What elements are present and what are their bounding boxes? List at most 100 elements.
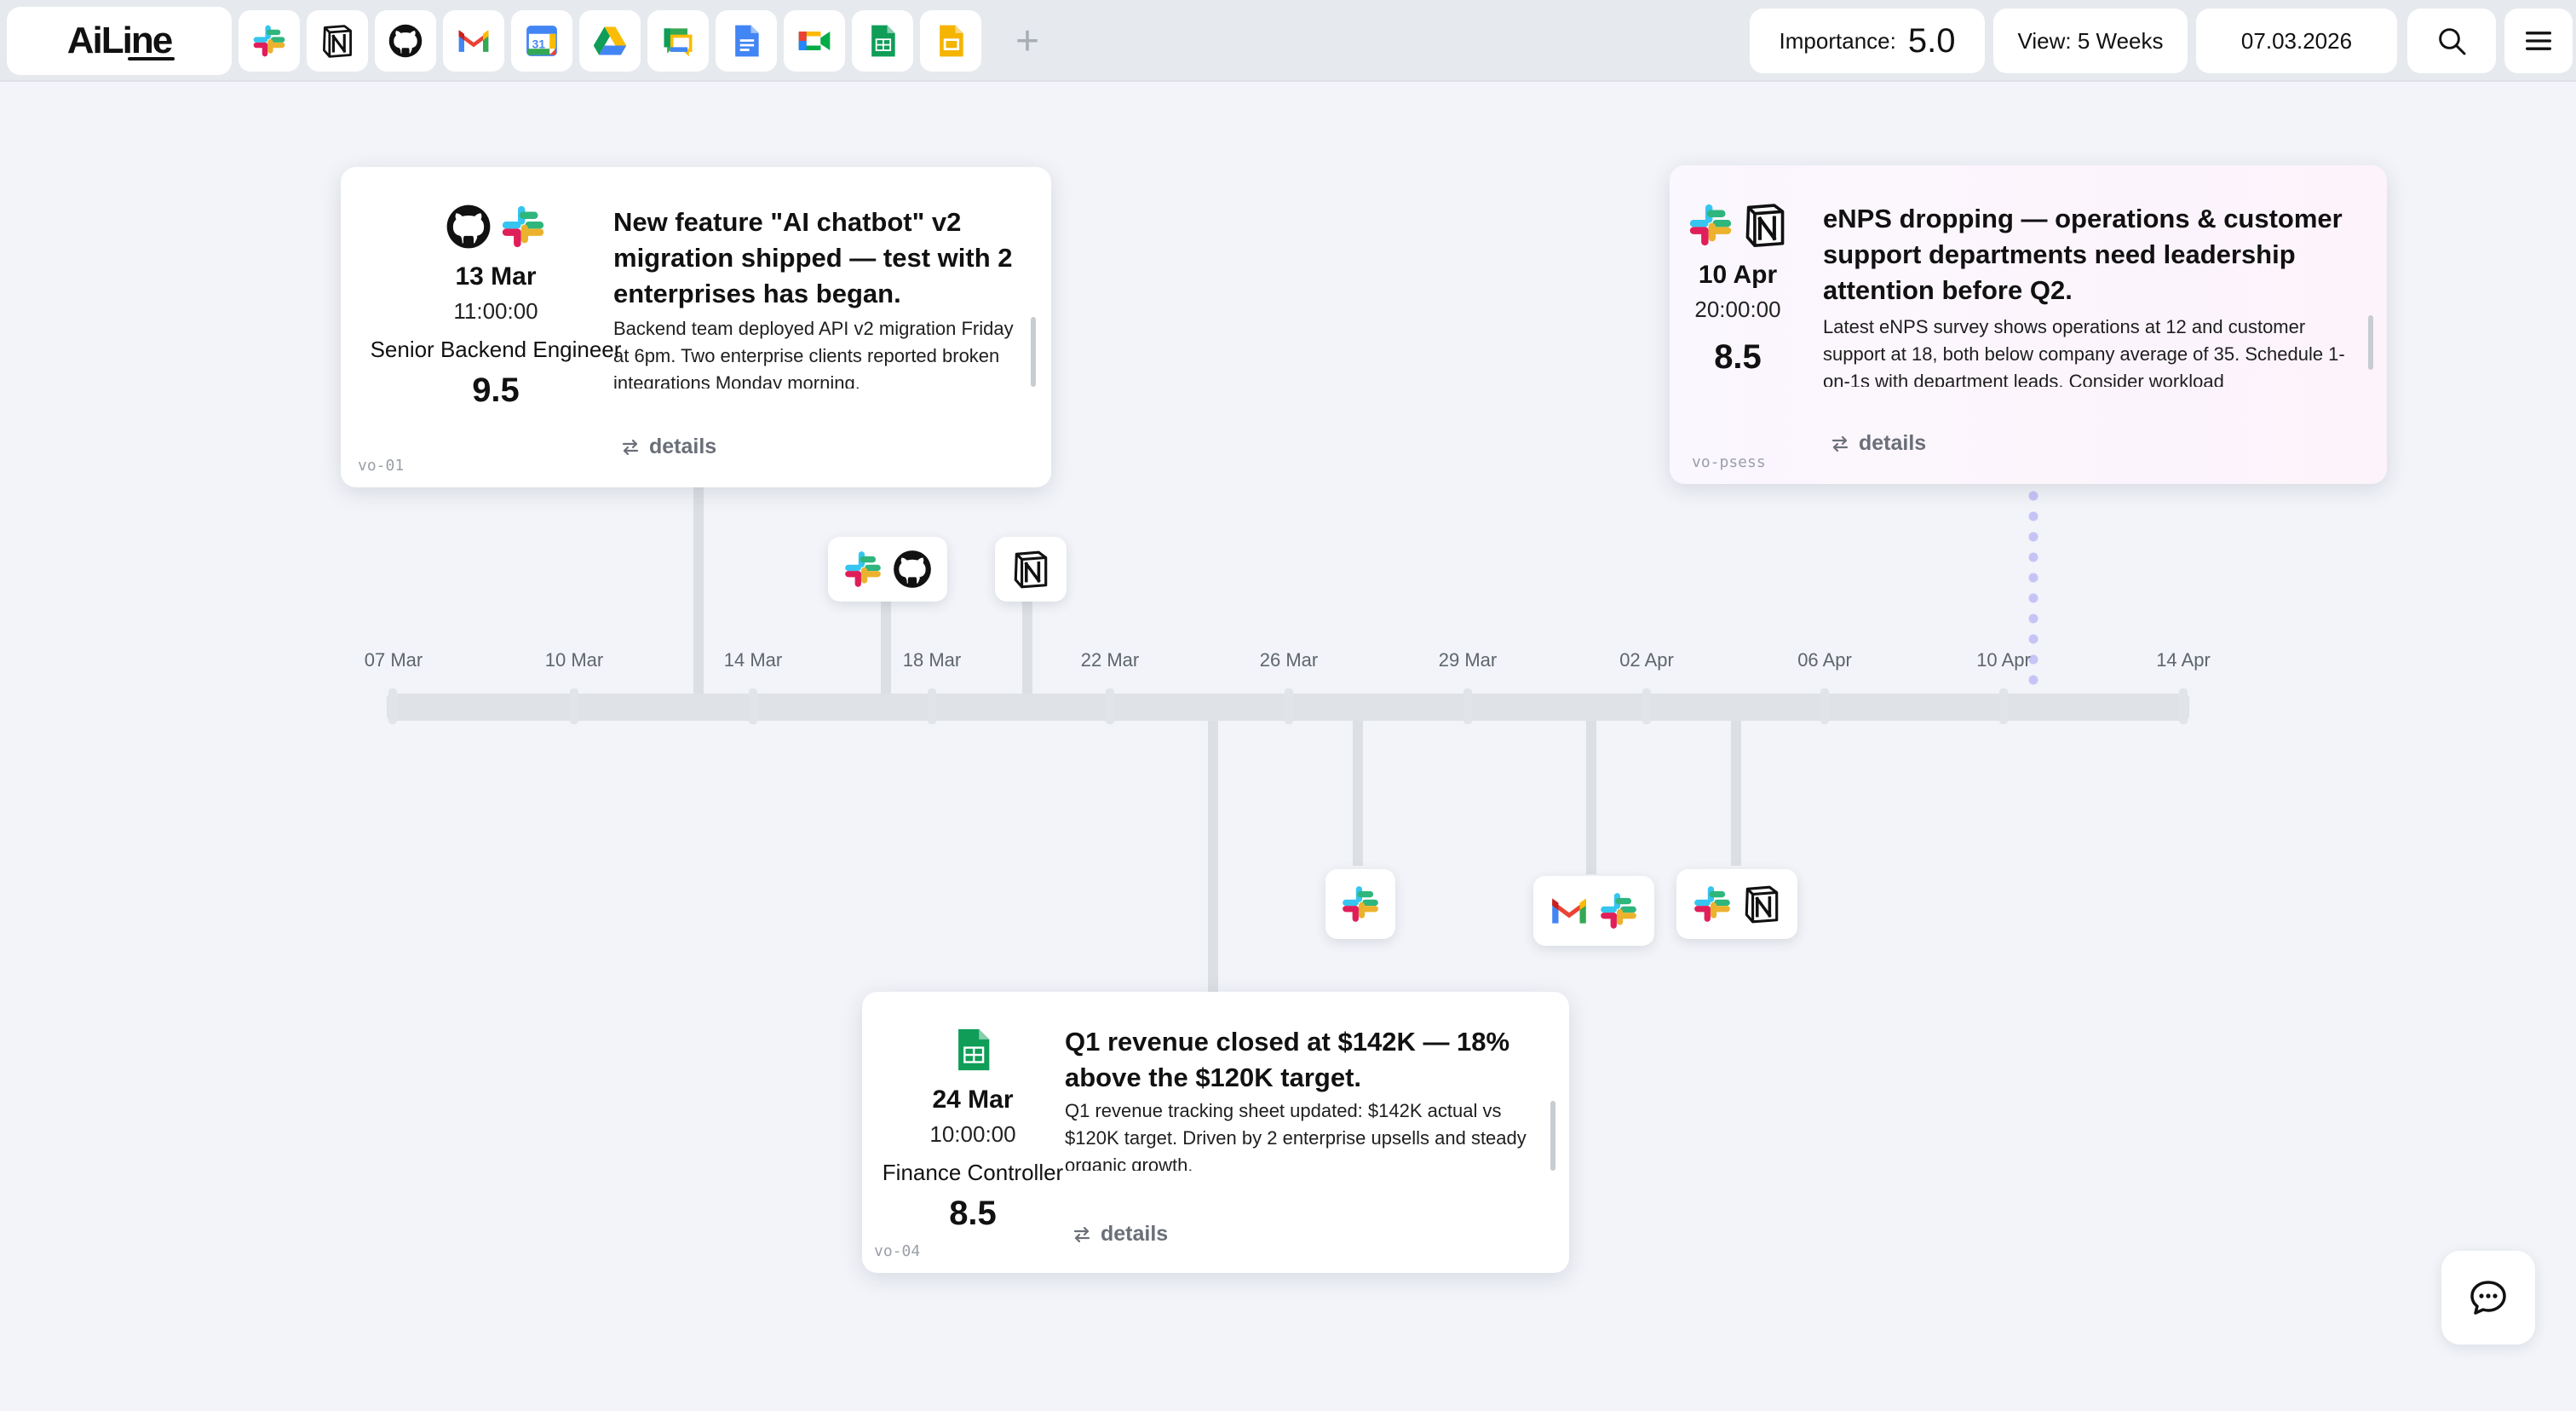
timeline-tick (1820, 688, 1829, 724)
add-app-button[interactable]: + (997, 10, 1058, 72)
description-scrollbar[interactable] (2368, 315, 2373, 370)
timeline-tick (1463, 688, 1472, 724)
event-description[interactable]: Latest eNPS survey shows operations at 1… (1823, 314, 2365, 387)
timeline-tick-label: 14 Apr (2156, 649, 2211, 671)
card-source-icons (351, 199, 641, 254)
date-picker[interactable]: 07.03.2026 (2196, 9, 2397, 73)
timeline-tick-label: 22 Mar (1080, 649, 1140, 671)
google-drive-icon (591, 22, 629, 60)
google-docs-icon (727, 22, 765, 60)
app-logo-text: AiLine (66, 20, 175, 61)
menu-button[interactable] (2504, 9, 2573, 73)
timeline-event-marker[interactable] (1325, 869, 1395, 939)
card-source-icons (872, 1022, 1073, 1077)
google-calendar-app-button[interactable] (511, 10, 572, 72)
google-slides-app-button[interactable] (920, 10, 981, 72)
event-score: 8.5 (949, 1195, 997, 1232)
notion-app-button[interactable] (307, 10, 368, 72)
timeline-tick-label: 26 Mar (1259, 649, 1319, 671)
timeline-tick (749, 688, 757, 724)
event-date: 24 Mar (932, 1086, 1014, 1114)
menu-icon (2521, 24, 2556, 58)
timeline-tick (1106, 688, 1114, 724)
card-source-icons (1680, 198, 1796, 252)
slack-icon (1597, 890, 1640, 932)
google-docs-app-button[interactable] (716, 10, 777, 72)
google-slides-icon (932, 22, 969, 60)
google-sheets-app-button[interactable] (852, 10, 913, 72)
event-score: 8.5 (1714, 338, 1762, 376)
chat-button[interactable] (2441, 1251, 2535, 1345)
description-scrollbar[interactable] (1031, 317, 1036, 387)
slack-icon (1686, 200, 1735, 250)
notion-icon (1009, 548, 1052, 590)
gmail-app-button[interactable] (443, 10, 504, 72)
event-card[interactable]: 24 Mar 10:00:00 Finance Controller 8.5 Q… (862, 992, 1569, 1273)
event-time: 20:00:00 (1694, 297, 1781, 322)
description-scrollbar[interactable] (1550, 1101, 1555, 1171)
google-sheets-icon (864, 22, 901, 60)
event-card[interactable]: 13 Mar 11:00:00 Senior Backend Engineer … (341, 167, 1051, 487)
notion-icon (1740, 200, 1790, 250)
event-title: eNPS dropping — operations & customer su… (1823, 204, 2343, 305)
google-chat-icon (659, 22, 697, 60)
details-button[interactable]: details (1072, 1222, 1168, 1247)
event-date: 10 Apr (1698, 261, 1778, 289)
timeline-tick (388, 688, 397, 724)
timeline-tick (2179, 688, 2188, 724)
event-role: Finance Controller (882, 1160, 1064, 1185)
slack-app-button[interactable] (239, 10, 300, 72)
current-date: 07.03.2026 (2240, 27, 2353, 54)
timeline-tick-label: 02 Apr (1619, 649, 1674, 671)
importance-value: 5.0 (1907, 21, 1956, 60)
marker-connector (1022, 596, 1032, 695)
google-meet-app-button[interactable] (784, 10, 845, 72)
timeline-tick-label: 29 Mar (1438, 649, 1498, 671)
slack-icon (1691, 883, 1734, 925)
app-logo[interactable]: AiLine (7, 7, 232, 75)
event-description[interactable]: Backend team deployed API v2 migration F… (613, 315, 1027, 389)
event-id: vo-01 (358, 457, 405, 475)
search-button[interactable] (2407, 9, 2496, 73)
slack-icon (498, 202, 548, 251)
event-time: 11:00:00 (453, 298, 538, 324)
view-range-label: View: 5 Weeks (2017, 27, 2164, 54)
google-sheets-icon (948, 1025, 998, 1074)
timeline-event-marker[interactable] (995, 537, 1067, 602)
event-score: 9.5 (472, 371, 520, 409)
timeline-event-marker[interactable] (1676, 869, 1797, 939)
github-icon (891, 548, 934, 590)
notion-icon (319, 22, 356, 60)
details-label: details (1101, 1222, 1169, 1246)
details-button[interactable]: details (1830, 431, 1926, 456)
swap-icon (1072, 1224, 1092, 1245)
github-app-button[interactable] (375, 10, 436, 72)
swap-icon (1830, 434, 1850, 454)
timeline-tick (1999, 688, 2008, 724)
timeline-tick-label: 06 Apr (1797, 649, 1852, 671)
top-bar: AiLine + Importance: 5.0 View: 5 Weeks 0… (0, 0, 2576, 82)
google-chat-app-button[interactable] (647, 10, 709, 72)
google-drive-app-button[interactable] (579, 10, 641, 72)
event-title: New feature "AI chatbot" v2 migration sh… (613, 207, 1013, 308)
event-date: 13 Mar (455, 262, 537, 291)
gmail-icon (1548, 890, 1590, 932)
view-range-selector[interactable]: View: 5 Weeks (1993, 9, 2188, 73)
importance-label: Importance: (1779, 27, 1896, 54)
google-calendar-icon (523, 22, 561, 60)
google-meet-icon (796, 22, 833, 60)
github-icon (387, 22, 424, 60)
importance-filter[interactable]: Importance: 5.0 (1750, 9, 1985, 73)
timeline-tick (1285, 688, 1293, 724)
timeline-tick (928, 688, 936, 724)
timeline-event-marker[interactable] (1533, 876, 1654, 946)
event-card-highlighted[interactable]: 10 Apr 20:00:00 8.5 eNPS dropping — oper… (1670, 165, 2387, 484)
event-description[interactable]: Q1 revenue tracking sheet updated: $142K… (1065, 1097, 1542, 1171)
timeline-event-marker[interactable] (828, 537, 947, 602)
notion-icon (1740, 883, 1783, 925)
marker-connector (1731, 721, 1741, 866)
event-role: Senior Backend Engineer (370, 337, 622, 362)
marker-connector (1586, 721, 1596, 874)
details-button[interactable]: details (620, 435, 716, 459)
event-id: vo-psess (1692, 453, 1766, 471)
